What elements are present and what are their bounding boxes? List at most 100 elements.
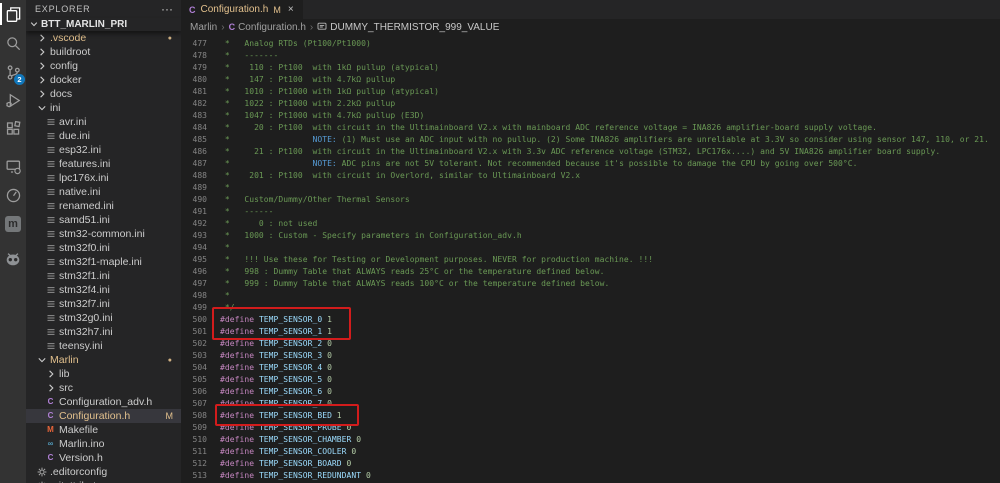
code-line-510[interactable]: 510#define TEMP_SENSOR_CHAMBER 0 bbox=[181, 434, 1000, 446]
code-line-485[interactable]: 485 * NOTE: (1) Must use an ADC input wi… bbox=[181, 134, 1000, 146]
tree-item-stm32f1-ini[interactable]: stm32f1.ini bbox=[26, 269, 181, 283]
code-line-494[interactable]: 494 * bbox=[181, 242, 1000, 254]
code-line-499[interactable]: 499 */ bbox=[181, 302, 1000, 314]
tree-item-samd51-ini[interactable]: samd51.ini bbox=[26, 213, 181, 227]
tree-item-makefile[interactable]: MMakefile bbox=[26, 423, 181, 437]
line-number: 504 bbox=[181, 362, 207, 374]
code-line-479[interactable]: 479 * 110 : Pt100 with 1kΩ pullup (atypi… bbox=[181, 62, 1000, 74]
tree-item-vscode[interactable]: .vscode● bbox=[26, 31, 181, 45]
platformio-icon[interactable] bbox=[0, 248, 26, 270]
source-control-icon[interactable]: 2 bbox=[0, 61, 26, 83]
explorer-more-actions-button[interactable]: ··· bbox=[161, 0, 173, 18]
ini-file-icon bbox=[45, 173, 56, 183]
code-line-502[interactable]: 502#define TEMP_SENSOR_2 0 bbox=[181, 338, 1000, 350]
code-line-506[interactable]: 506#define TEMP_SENSOR_6 0 bbox=[181, 386, 1000, 398]
tree-item-stm32f4-ini[interactable]: stm32f4.ini bbox=[26, 283, 181, 297]
code-line-483[interactable]: 483 * 1047 : Pt1000 with 4.7kΩ pullup (E… bbox=[181, 110, 1000, 122]
line-number: 492 bbox=[181, 218, 207, 230]
remote-explorer-icon[interactable] bbox=[0, 155, 26, 177]
tree-item-renamed-ini[interactable]: renamed.ini bbox=[26, 199, 181, 213]
tree-item-stm32g0-ini[interactable]: stm32g0.ini bbox=[26, 311, 181, 325]
tree-item-lpc176x-ini[interactable]: lpc176x.ini bbox=[26, 171, 181, 185]
code-line-481[interactable]: 481 * 1010 : Pt1000 with 1kΩ pullup (aty… bbox=[181, 86, 1000, 98]
code-line-480[interactable]: 480 * 147 : Pt100 with 4.7kΩ pullup bbox=[181, 74, 1000, 86]
tree-item-due-ini[interactable]: due.ini bbox=[26, 129, 181, 143]
explorer-icon[interactable] bbox=[0, 3, 26, 25]
close-icon[interactable]: × bbox=[288, 4, 294, 15]
code-line-488[interactable]: 488 * 201 : Pt100 with circuit in Overlo… bbox=[181, 170, 1000, 182]
code-line-498[interactable]: 498 * bbox=[181, 290, 1000, 302]
tree-item-editorconfig[interactable]: .editorconfig bbox=[26, 465, 181, 479]
tree-item-lib[interactable]: lib bbox=[26, 367, 181, 381]
code-line-496[interactable]: 496 * 998 : Dummy Table that ALWAYS read… bbox=[181, 266, 1000, 278]
tree-item-src[interactable]: src bbox=[26, 381, 181, 395]
m-extension-icon[interactable]: m bbox=[0, 213, 26, 235]
line-number: 480 bbox=[181, 74, 207, 86]
tab-configuration-h[interactable]: C Configuration.h M × bbox=[181, 0, 303, 19]
tree-item-buildroot[interactable]: buildroot bbox=[26, 45, 181, 59]
gauge-icon[interactable] bbox=[0, 184, 26, 206]
tree-item-stm32f0-ini[interactable]: stm32f0.ini bbox=[26, 241, 181, 255]
tree-item-version-h[interactable]: CVersion.h bbox=[26, 451, 181, 465]
code-line-511[interactable]: 511#define TEMP_SENSOR_COOLER 0 bbox=[181, 446, 1000, 458]
code-line-478[interactable]: 478 * ------- bbox=[181, 50, 1000, 62]
code-line-505[interactable]: 505#define TEMP_SENSOR_5 0 bbox=[181, 374, 1000, 386]
code-line-492[interactable]: 492 * 0 : not used bbox=[181, 218, 1000, 230]
tree-item-gitattributes[interactable]: .gitattributes bbox=[26, 479, 181, 483]
tree-item-configuration-adv-h[interactable]: CConfiguration_adv.h bbox=[26, 395, 181, 409]
tree-item-stm32h7-ini[interactable]: stm32h7.ini bbox=[26, 325, 181, 339]
code-line-491[interactable]: 491 * ------ bbox=[181, 206, 1000, 218]
code-line-484[interactable]: 484 * 20 : Pt100 with circuit in the Ult… bbox=[181, 122, 1000, 134]
tree-item-features-ini[interactable]: features.ini bbox=[26, 157, 181, 171]
code-line-504[interactable]: 504#define TEMP_SENSOR_4 0 bbox=[181, 362, 1000, 374]
code-line-500[interactable]: 500#define TEMP_SENSOR_0 1 bbox=[181, 314, 1000, 326]
tree-item-config[interactable]: config bbox=[26, 59, 181, 73]
breadcrumb-item-dummy-thermistor-999-value[interactable]: DUMMY_THERMISTOR_999_VALUE bbox=[317, 21, 499, 34]
code-line-513[interactable]: 513#define TEMP_SENSOR_REDUNDANT 0 bbox=[181, 470, 1000, 482]
code-line-509[interactable]: 509#define TEMP_SENSOR_PROBE 0 bbox=[181, 422, 1000, 434]
tree-item-marlin-ino[interactable]: ∞Marlin.ino bbox=[26, 437, 181, 451]
code-line-482[interactable]: 482 * 1022 : Pt1000 with 2.2kΩ pullup bbox=[181, 98, 1000, 110]
search-icon[interactable] bbox=[0, 32, 26, 54]
tree-item-docker[interactable]: docker bbox=[26, 73, 181, 87]
tree-item-docs[interactable]: docs bbox=[26, 87, 181, 101]
code-line-508[interactable]: 508#define TEMP_SENSOR_BED 1 bbox=[181, 410, 1000, 422]
ini-file-icon bbox=[45, 201, 56, 211]
tree-item-avr-ini[interactable]: avr.ini bbox=[26, 115, 181, 129]
line-number: 494 bbox=[181, 242, 207, 254]
code-line-512[interactable]: 512#define TEMP_SENSOR_BOARD 0 bbox=[181, 458, 1000, 470]
tree-item-stm32-common-ini[interactable]: stm32-common.ini bbox=[26, 227, 181, 241]
code-line-486[interactable]: 486 * 21 : Pt100 with circuit in the Ult… bbox=[181, 146, 1000, 158]
tree-item-configuration-h[interactable]: CConfiguration.hM bbox=[26, 409, 181, 423]
code-line-490[interactable]: 490 * Custom/Dummy/Other Thermal Sensors bbox=[181, 194, 1000, 206]
tree-item-marlin[interactable]: Marlin ● bbox=[26, 353, 181, 367]
code-line-493[interactable]: 493 * 1000 : Custom - Specify parameters… bbox=[181, 230, 1000, 242]
code-line-501[interactable]: 501#define TEMP_SENSOR_1 1 bbox=[181, 326, 1000, 338]
tree-root-folder[interactable]: BTT_MARLIN_PRI bbox=[26, 18, 181, 31]
tree-item-native-ini[interactable]: native.ini bbox=[26, 185, 181, 199]
code-text: #define TEMP_SENSOR_CHAMBER 0 bbox=[207, 434, 361, 446]
breadcrumb-item-marlin[interactable]: Marlin bbox=[190, 22, 217, 33]
code-line-477[interactable]: 477 * Analog RTDs (Pt100/Pt1000) bbox=[181, 38, 1000, 50]
tree-item-teensy-ini[interactable]: teensy.ini bbox=[26, 339, 181, 353]
code-line-503[interactable]: 503#define TEMP_SENSOR_3 0 bbox=[181, 350, 1000, 362]
code-text: #define TEMP_SENSOR_0 1 bbox=[207, 314, 332, 326]
code-line-489[interactable]: 489 * bbox=[181, 182, 1000, 194]
tab-git-modified-badge: M bbox=[273, 5, 281, 15]
tree-item-label: Marlin bbox=[50, 354, 79, 366]
breadcrumb-item-configuration-h[interactable]: CConfiguration.h bbox=[229, 22, 306, 33]
tree-item-esp32-ini[interactable]: esp32.ini bbox=[26, 143, 181, 157]
root-folder-label: BTT_MARLIN_PRI bbox=[41, 19, 127, 30]
code-line-507[interactable]: 507#define TEMP_SENSOR_7 0 bbox=[181, 398, 1000, 410]
code-line-495[interactable]: 495 * !!! Use these for Testing or Devel… bbox=[181, 254, 1000, 266]
run-debug-icon[interactable] bbox=[0, 89, 26, 111]
tree-item-stm32f1-maple-ini[interactable]: stm32f1-maple.ini bbox=[26, 255, 181, 269]
tree-item-ini[interactable]: ini bbox=[26, 101, 181, 115]
git-modified-dot: ● bbox=[168, 357, 172, 364]
line-number: 511 bbox=[181, 446, 207, 458]
tree-item-stm32f7-ini[interactable]: stm32f7.ini bbox=[26, 297, 181, 311]
code-editor[interactable]: 477 * Analog RTDs (Pt100/Pt1000)478 * --… bbox=[181, 35, 1000, 483]
extensions-icon[interactable] bbox=[0, 117, 26, 139]
code-line-487[interactable]: 487 * NOTE: ADC pins are not 5V tolerant… bbox=[181, 158, 1000, 170]
code-line-497[interactable]: 497 * 999 : Dummy Table that ALWAYS read… bbox=[181, 278, 1000, 290]
